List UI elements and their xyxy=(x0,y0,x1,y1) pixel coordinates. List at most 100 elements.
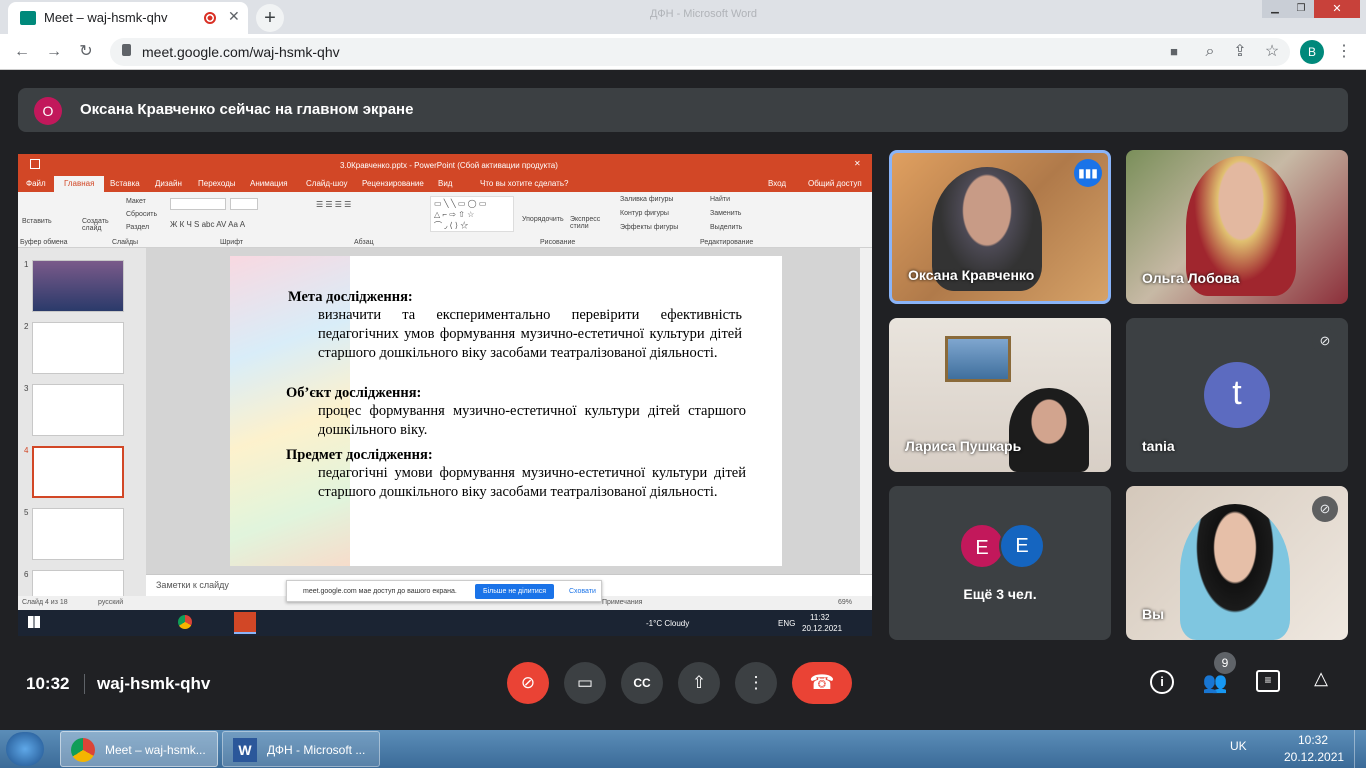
ppt-menu: Файл Главная Вставка Дизайн Переходы Ани… xyxy=(18,176,872,192)
taskbar-item-chrome[interactable]: Meet – waj-hsmk... xyxy=(60,731,218,767)
participant-tile[interactable]: Ольга Лобова xyxy=(1126,150,1348,304)
bookmark-star-icon[interactable]: ☆ xyxy=(1260,38,1284,66)
show-desktop-button[interactable] xyxy=(1354,730,1366,768)
menu-dots-icon[interactable]: ⋮ xyxy=(1330,38,1358,66)
keyboard-language[interactable]: UK xyxy=(1230,739,1247,753)
menu-transitions[interactable]: Переходы xyxy=(198,179,236,188)
end-call-button[interactable]: ☎ xyxy=(792,662,852,704)
inner-clock-time: 11:32 xyxy=(810,613,830,622)
start-button[interactable] xyxy=(6,732,44,766)
font-size-select[interactable] xyxy=(230,198,258,210)
chrome-icon xyxy=(71,738,95,762)
menu-slideshow[interactable]: Слайд-шоу xyxy=(306,179,347,188)
menu-design[interactable]: Дизайн xyxy=(155,179,182,188)
captions-button[interactable]: CC xyxy=(621,662,663,704)
tab-close-icon[interactable]: ✕ xyxy=(228,8,240,25)
mic-toggle-button[interactable]: ⊘ xyxy=(507,662,549,704)
participant-name: Оксана Кравченко xyxy=(908,267,1035,283)
thumb-number: 6 xyxy=(24,570,29,579)
menu-insert[interactable]: Вставка xyxy=(110,179,140,188)
slide-heading-3: Предмет дослідження: xyxy=(286,447,433,463)
outline-button[interactable]: Контур фигуры xyxy=(620,210,669,217)
participant-avatar: E xyxy=(999,523,1045,569)
font-style-buttons[interactable]: Ж К Ч S abc AV Aa A xyxy=(170,220,245,229)
thumb-number: 2 xyxy=(24,322,29,331)
hide-button[interactable]: Сховати xyxy=(569,588,596,595)
chrome-taskbar-icon[interactable] xyxy=(178,615,192,629)
chat-icon[interactable]: ≡ xyxy=(1256,670,1280,692)
clock: 10:32 xyxy=(26,674,70,693)
slide-thumbnail[interactable] xyxy=(32,260,124,312)
slide-body-1: визначити та експериментально перевірити… xyxy=(318,307,742,361)
new-tab-button[interactable]: + xyxy=(256,4,284,32)
camera-icon[interactable]: ■ xyxy=(1162,38,1186,66)
share-icon[interactable]: ⇪ xyxy=(1228,38,1252,66)
effects-button[interactable]: Эффекты фигуры xyxy=(620,224,678,231)
mic-off-icon: ⊘ xyxy=(1312,496,1338,522)
zoom-icon[interactable]: ⌕ xyxy=(1198,38,1222,66)
find-button[interactable]: Найти xyxy=(710,196,730,203)
close-window-button[interactable]: ✕ xyxy=(1314,0,1360,18)
save-icon[interactable] xyxy=(30,159,40,169)
info-icon[interactable]: i xyxy=(1150,670,1174,694)
activities-icon[interactable]: △ xyxy=(1308,668,1334,694)
share-notification: meet.google.com мае доступ до вашого екр… xyxy=(286,580,602,602)
paste-button[interactable]: Вставить xyxy=(22,218,52,225)
presenter-avatar: О xyxy=(34,97,62,125)
select-button[interactable]: Выделить xyxy=(710,224,742,231)
thumb-number: 5 xyxy=(24,508,29,517)
forward-icon[interactable]: → xyxy=(40,38,68,66)
menu-review[interactable]: Рецензирование xyxy=(362,179,424,188)
powerpoint-taskbar-icon[interactable] xyxy=(234,612,256,634)
tell-me[interactable]: Что вы хотите сделать? xyxy=(480,179,568,188)
layout-button[interactable]: Макет xyxy=(126,198,146,205)
participant-tile[interactable]: ⊘ Вы xyxy=(1126,486,1348,640)
share-link[interactable]: Общий доступ xyxy=(808,179,862,188)
menu-file[interactable]: Файл xyxy=(26,179,46,188)
paragraph-buttons[interactable]: ☰ ☰ ☰ ☰ xyxy=(316,200,351,209)
menu-home[interactable]: Главная xyxy=(54,176,105,192)
profile-avatar[interactable]: B xyxy=(1300,40,1324,64)
camera-toggle-button[interactable]: ▭ xyxy=(564,662,606,704)
slide-thumbnail[interactable] xyxy=(32,322,124,374)
browser-tab[interactable]: Meet – waj-hsmk-qhv ✕ xyxy=(8,2,248,34)
create-slide-button[interactable]: Создать слайд xyxy=(82,218,116,232)
notes-toggle[interactable]: Примечания xyxy=(602,599,642,606)
thumb-number: 3 xyxy=(24,384,29,393)
replace-button[interactable]: Заменить xyxy=(710,210,741,217)
font-select[interactable] xyxy=(170,198,226,210)
menu-view[interactable]: Вид xyxy=(438,179,452,188)
slide-thumbnail-selected[interactable] xyxy=(32,446,124,498)
slide-thumbnail[interactable] xyxy=(32,508,124,560)
vertical-scrollbar[interactable] xyxy=(860,248,872,574)
shapes-gallery[interactable]: ▭ ╲ ╲ ▭ ◯ ▭ △ ⌐ ⇨ ⇧ ☆ ⌒ ◞ ⟨ ⟩ ☆ xyxy=(430,196,514,232)
url-field[interactable]: meet.google.com/waj-hsmk-qhv ■ ⌕ ⇪ ☆ xyxy=(110,38,1290,66)
participant-tile[interactable]: ▮▮▮ Оксана Кравченко xyxy=(889,150,1111,304)
reset-button[interactable]: Сбросить xyxy=(126,211,157,218)
ppt-close-icon[interactable]: ✕ xyxy=(854,159,861,168)
fill-button[interactable]: Заливка фигуры xyxy=(620,196,673,203)
present-button[interactable]: ⇧ xyxy=(678,662,720,704)
tab-strip: Meet – waj-hsmk-qhv ✕ + ДФН - Microsoft … xyxy=(0,0,1366,34)
slide-thumbnail[interactable] xyxy=(32,384,124,436)
participant-tile[interactable]: E E Ещё 3 чел. xyxy=(889,486,1111,640)
signin-link[interactable]: Вход xyxy=(768,179,786,188)
minimize-button[interactable]: ▁ xyxy=(1262,0,1288,18)
section-button[interactable]: Раздел xyxy=(126,224,149,231)
stop-sharing-button[interactable]: Більше не ділитися xyxy=(475,584,555,599)
taskbar-item-label: ДФН - Microsoft ... xyxy=(267,743,366,757)
back-icon[interactable]: ← xyxy=(8,38,36,66)
reload-icon[interactable]: ↻ xyxy=(72,38,100,66)
participant-tile[interactable]: Лариса Пушкарь xyxy=(889,318,1111,472)
express-styles-button[interactable]: Экспресс стили xyxy=(570,216,604,230)
url-text: meet.google.com/waj-hsmk-qhv xyxy=(142,44,340,60)
slide-canvas[interactable]: Мета дослідження: визначити та експериме… xyxy=(230,256,782,566)
thumbnails-panel: 1 2 3 4 5 6 xyxy=(18,248,146,622)
maximize-button[interactable]: ❐ xyxy=(1288,0,1314,18)
participant-tile[interactable]: t ⊘ tania xyxy=(1126,318,1348,472)
menu-animation[interactable]: Анимация xyxy=(250,179,288,188)
windows-start-icon[interactable] xyxy=(28,616,40,628)
arrange-button[interactable]: Упорядочить xyxy=(522,216,564,223)
taskbar-item-word[interactable]: W ДФН - Microsoft ... xyxy=(222,731,380,767)
more-options-button[interactable]: ⋮ xyxy=(735,662,777,704)
